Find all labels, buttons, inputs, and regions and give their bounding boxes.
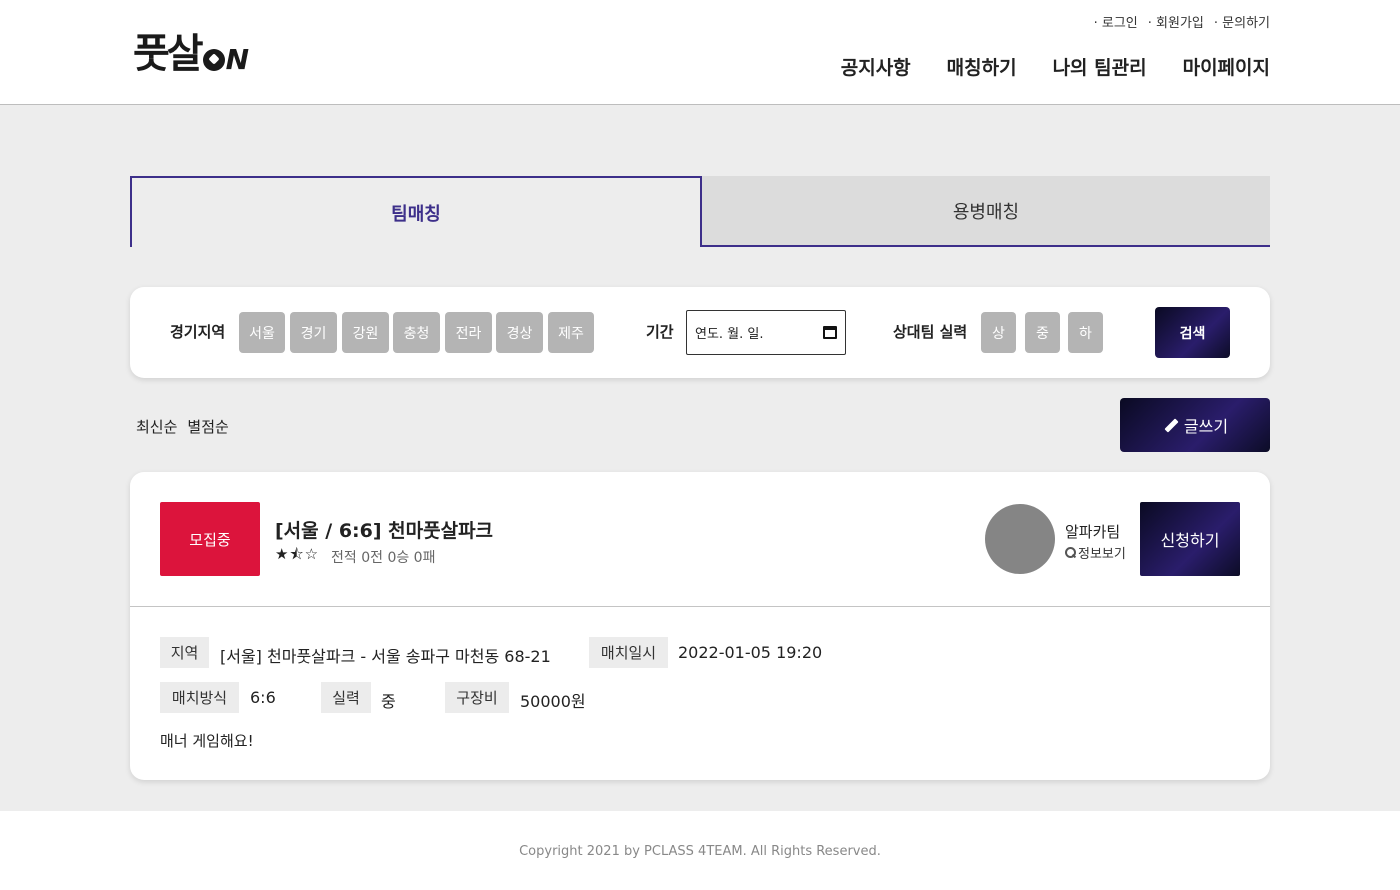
- nav-item-mypage[interactable]: 마이페이지: [1183, 53, 1270, 80]
- logo-on-mark: N: [202, 43, 250, 76]
- logo-text: 풋살: [133, 31, 204, 77]
- search-icon: [1065, 547, 1076, 558]
- team-avatar: [985, 504, 1055, 574]
- match-card: 모집중 [서울 / 6:6] 천마풋살파크 ★⯪☆ 전적 0전 0승 0패 알파…: [130, 472, 1270, 780]
- team-info-label: 정보보기: [1078, 547, 1126, 562]
- tab-team-matching[interactable]: 팀매칭: [130, 176, 702, 247]
- matching-tabs: 팀매칭 용병매칭: [130, 176, 1270, 247]
- site-logo[interactable]: 풋살 N: [133, 28, 249, 78]
- site-footer: Copyright 2021 by PCLASS 4TEAM. All Righ…: [0, 811, 1400, 890]
- team-info-link[interactable]: 정보보기: [1065, 543, 1126, 562]
- fee-value: 50000원: [520, 692, 586, 711]
- nav-item-my-team[interactable]: 나의 팀관리: [1053, 53, 1147, 80]
- nav-item-notice[interactable]: 공지사항: [841, 53, 911, 80]
- team-name: 알파카팀: [1065, 523, 1121, 541]
- utility-links: 로그인 회원가입 문의하기: [1094, 12, 1270, 31]
- fee-tag: 구장비: [445, 682, 509, 713]
- sort-options: 최신순 별점순: [136, 416, 229, 437]
- region-chip-gangwon[interactable]: 강원: [342, 312, 389, 353]
- calendar-icon[interactable]: [823, 326, 837, 339]
- logo-suffix: N: [225, 43, 250, 76]
- region-tag: 지역: [160, 637, 209, 668]
- region-filter-label: 경기지역: [170, 323, 226, 341]
- rating-stars: ★⯪☆: [275, 545, 320, 563]
- datetime-tag: 매치일시: [589, 637, 668, 668]
- write-button-label: 글쓰기: [1183, 417, 1229, 436]
- method-value: 6:6: [250, 688, 276, 707]
- skill-tag: 실력: [321, 682, 371, 713]
- skill-filter-label: 상대팀 실력: [893, 323, 968, 341]
- write-button[interactable]: 글쓰기: [1120, 398, 1270, 452]
- nav-item-matching[interactable]: 매칭하기: [947, 53, 1017, 80]
- main-nav: 공지사항 매칭하기 나의 팀관리 마이페이지: [841, 53, 1270, 80]
- region-chip-gyeonggi[interactable]: 경기: [290, 312, 337, 353]
- region-chip-jeju[interactable]: 제주: [548, 312, 594, 353]
- team-record: 전적 0전 0승 0패: [331, 550, 436, 566]
- signup-link[interactable]: 회원가입: [1148, 12, 1204, 31]
- region-chip-jeolla[interactable]: 전라: [445, 312, 492, 353]
- status-badge: 모집중: [160, 502, 260, 576]
- match-title[interactable]: [서울 / 6:6] 천마풋살파크: [275, 516, 493, 543]
- region-chip-chungcheong[interactable]: 충청: [393, 312, 440, 353]
- sort-rating[interactable]: 별점순: [187, 416, 228, 437]
- method-tag: 매치방식: [160, 682, 239, 713]
- match-memo: 매너 게임해요!: [160, 732, 254, 750]
- apply-button[interactable]: 신청하기: [1140, 502, 1240, 576]
- date-placeholder: 연도. 월. 일.: [695, 327, 764, 342]
- date-input[interactable]: 연도. 월. 일.: [686, 310, 846, 355]
- skill-chip-low[interactable]: 하: [1068, 312, 1103, 353]
- search-button[interactable]: 검색: [1155, 307, 1230, 358]
- site-header: 풋살 N 로그인 회원가입 문의하기 공지사항 매칭하기 나의 팀관리 마이페이…: [0, 0, 1400, 105]
- region-chip-seoul[interactable]: 서울: [239, 312, 285, 353]
- skill-chip-mid[interactable]: 중: [1025, 312, 1060, 353]
- login-link[interactable]: 로그인: [1094, 12, 1138, 31]
- skill-chip-high[interactable]: 상: [981, 312, 1016, 353]
- copyright-text: Copyright 2021 by PCLASS 4TEAM. All Righ…: [519, 844, 881, 859]
- skill-value: 중: [381, 692, 396, 711]
- soccer-ball-icon: [202, 49, 225, 71]
- search-filter-panel: 경기지역 서울 경기 강원 충청 전라 경상 제주 기간 연도. 월. 일. 상…: [130, 287, 1270, 378]
- region-value: [서울] 천마풋살파크 - 서울 송파구 마천동 68-21: [220, 647, 551, 666]
- sort-latest[interactable]: 최신순: [136, 416, 177, 437]
- card-divider: [130, 606, 1270, 607]
- period-filter-label: 기간: [646, 323, 674, 341]
- tab-mercenary-matching[interactable]: 용병매칭: [702, 176, 1270, 247]
- inquiry-link[interactable]: 문의하기: [1214, 12, 1270, 31]
- datetime-value: 2022-01-05 19:20: [678, 643, 823, 662]
- region-chip-gyeongsang[interactable]: 경상: [496, 312, 543, 353]
- pencil-icon: [1162, 417, 1178, 433]
